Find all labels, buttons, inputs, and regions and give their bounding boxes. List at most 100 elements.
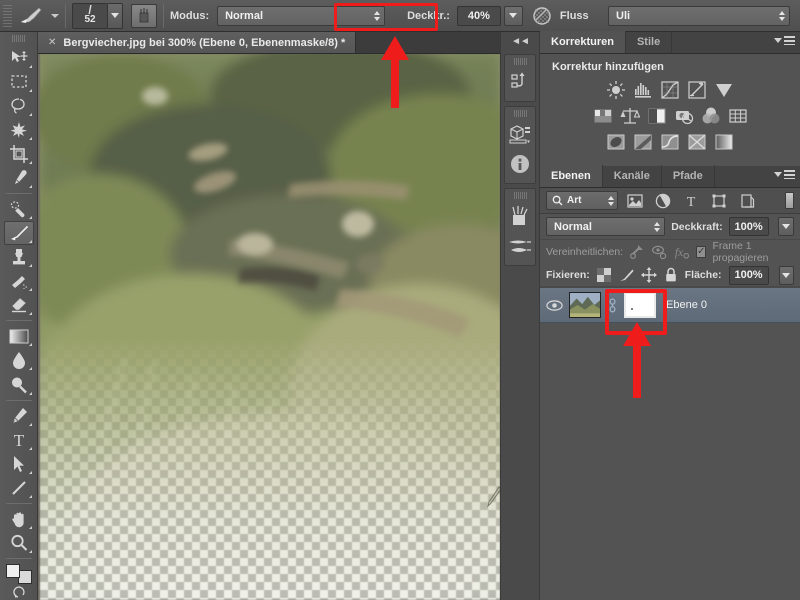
layer-name[interactable]: Ebene 0 bbox=[666, 299, 707, 311]
path-selection-tool[interactable] bbox=[4, 452, 34, 476]
filter-pixel-icon[interactable] bbox=[624, 191, 646, 211]
close-icon[interactable]: ✕ bbox=[48, 37, 56, 48]
lock-all-icon[interactable] bbox=[664, 267, 678, 284]
tab-stile[interactable]: Stile bbox=[626, 31, 673, 53]
layer-opacity-chevron-down-icon[interactable] bbox=[777, 217, 794, 236]
airbrush-toggle-icon[interactable] bbox=[131, 3, 157, 28]
photo-filter-icon[interactable] bbox=[673, 105, 694, 126]
document-canvas[interactable] bbox=[40, 54, 500, 600]
foreground-color-swatch[interactable] bbox=[5, 563, 20, 578]
mask-link-icon[interactable] bbox=[607, 297, 618, 314]
opacity-chevron-down-icon[interactable] bbox=[503, 5, 523, 26]
black-white-icon[interactable] bbox=[646, 105, 667, 126]
gradient-tool[interactable] bbox=[4, 324, 34, 348]
options-bar-grip[interactable] bbox=[3, 4, 12, 27]
layer-fill-chevron-down-icon[interactable] bbox=[778, 265, 794, 285]
table-row[interactable]: Ebene 0 bbox=[540, 287, 800, 323]
3d-icon[interactable] bbox=[505, 119, 535, 149]
threshold-icon[interactable] bbox=[660, 131, 681, 152]
background-color-swatch[interactable] bbox=[17, 570, 32, 585]
lasso-tool[interactable] bbox=[4, 94, 34, 118]
document-tab[interactable]: ✕ Bergviecher.jpg bei 300% (Ebene 0, Ebe… bbox=[38, 32, 357, 53]
move-tool[interactable] bbox=[4, 46, 34, 70]
filter-smart-object-icon[interactable] bbox=[736, 191, 758, 211]
layer-opacity-input[interactable]: 100% bbox=[728, 217, 769, 236]
lock-position-icon[interactable] bbox=[640, 267, 657, 284]
levels-icon[interactable] bbox=[633, 79, 654, 100]
layer-mask-thumbnail[interactable] bbox=[624, 292, 656, 318]
history-actions-icon[interactable] bbox=[505, 67, 535, 97]
unify-visibility-icon[interactable] bbox=[651, 244, 667, 261]
channel-mixer-icon[interactable] bbox=[700, 105, 721, 126]
filter-adjustment-icon[interactable] bbox=[652, 191, 674, 211]
unify-position-icon[interactable] bbox=[629, 244, 645, 261]
lock-transparency-icon[interactable] bbox=[596, 267, 611, 284]
brush-settings-icon[interactable] bbox=[505, 231, 535, 261]
layer-fill-input[interactable]: 100% bbox=[728, 265, 769, 285]
brush-picker-chevron-down-icon[interactable] bbox=[108, 2, 123, 29]
layer-thumbnail[interactable] bbox=[569, 292, 601, 318]
panel-menu-icon[interactable] bbox=[774, 170, 795, 179]
gradient-map-icon[interactable] bbox=[714, 131, 735, 152]
posterize-icon[interactable] bbox=[633, 131, 654, 152]
tab-pfade[interactable]: Pfade bbox=[662, 165, 715, 187]
rectangular-marquee-tool[interactable] bbox=[4, 70, 34, 94]
lock-image-icon[interactable] bbox=[618, 267, 634, 284]
opacity-input[interactable]: 40% bbox=[456, 5, 501, 26]
eyedropper-tool[interactable] bbox=[4, 166, 34, 190]
selective-color-icon[interactable] bbox=[687, 131, 708, 152]
dodge-tool[interactable] bbox=[4, 372, 34, 396]
curves-icon[interactable] bbox=[660, 79, 681, 100]
blend-mode-select[interactable]: Normal bbox=[217, 5, 386, 26]
blend-mode-value: Normal bbox=[225, 9, 264, 22]
exposure-icon[interactable] bbox=[687, 79, 708, 100]
quick-selection-tool[interactable] bbox=[4, 118, 34, 142]
healing-brush-tool[interactable] bbox=[4, 197, 34, 221]
info-icon[interactable] bbox=[505, 149, 535, 179]
panel-grip[interactable] bbox=[513, 110, 527, 117]
layer-blend-mode-select[interactable]: Normal bbox=[546, 217, 666, 236]
filter-enable-toggle[interactable] bbox=[785, 192, 794, 209]
workspace-select[interactable]: Uli bbox=[608, 5, 790, 26]
brush-size-preview[interactable]: / 52 bbox=[72, 2, 108, 29]
color-lookup-icon[interactable] bbox=[727, 105, 748, 126]
blur-tool[interactable] bbox=[4, 348, 34, 372]
zoom-tool[interactable] bbox=[4, 531, 34, 555]
invert-icon[interactable] bbox=[606, 131, 627, 152]
brush-preset-chevron-down-icon[interactable] bbox=[51, 13, 59, 18]
filter-shape-icon[interactable] bbox=[708, 191, 730, 211]
type-tool[interactable]: T bbox=[4, 428, 34, 452]
pen-tool[interactable] bbox=[4, 404, 34, 428]
color-balance-icon[interactable] bbox=[619, 105, 640, 126]
vibrance-icon[interactable] bbox=[714, 79, 735, 100]
tab-ebenen[interactable]: Ebenen bbox=[540, 165, 603, 187]
panel-grip[interactable] bbox=[513, 192, 527, 199]
history-brush-tool[interactable] bbox=[4, 269, 34, 293]
eraser-tool[interactable] bbox=[4, 293, 34, 317]
color-swatches[interactable] bbox=[5, 563, 32, 585]
eye-icon[interactable] bbox=[546, 297, 563, 314]
reset-swatches-icon[interactable] bbox=[4, 584, 34, 599]
panel-menu-icon[interactable] bbox=[774, 36, 795, 45]
unify-style-icon[interactable]: fx bbox=[673, 244, 690, 261]
propagate-frame-checkbox[interactable]: ✓ bbox=[696, 246, 707, 258]
brush-tool[interactable] bbox=[3, 221, 34, 246]
hue-saturation-icon[interactable] bbox=[592, 105, 613, 126]
layer-opacity-value: 100% bbox=[734, 220, 763, 233]
canvas-area[interactable] bbox=[38, 54, 500, 600]
brightness-contrast-icon[interactable] bbox=[606, 79, 627, 100]
crop-tool[interactable] bbox=[4, 142, 34, 166]
clone-stamp-tool[interactable] bbox=[4, 245, 34, 269]
line-shape-tool[interactable] bbox=[4, 476, 34, 500]
panel-grip[interactable] bbox=[513, 58, 527, 65]
collapse-panels-button[interactable]: ◄◄ bbox=[501, 32, 539, 50]
hand-tool[interactable] bbox=[4, 507, 34, 531]
tab-korrekturen[interactable]: Korrekturen bbox=[540, 31, 626, 53]
layer-filter-kind-select[interactable]: Art bbox=[546, 191, 618, 210]
brush-presets-icon[interactable] bbox=[505, 201, 535, 231]
filter-type-icon[interactable]: T bbox=[680, 191, 702, 211]
toolbar-grip[interactable] bbox=[12, 35, 25, 42]
tablet-pressure-icon[interactable] bbox=[532, 6, 552, 26]
tab-kanaele[interactable]: Kanäle bbox=[603, 165, 662, 187]
brush-tool-icon[interactable] bbox=[16, 4, 46, 28]
